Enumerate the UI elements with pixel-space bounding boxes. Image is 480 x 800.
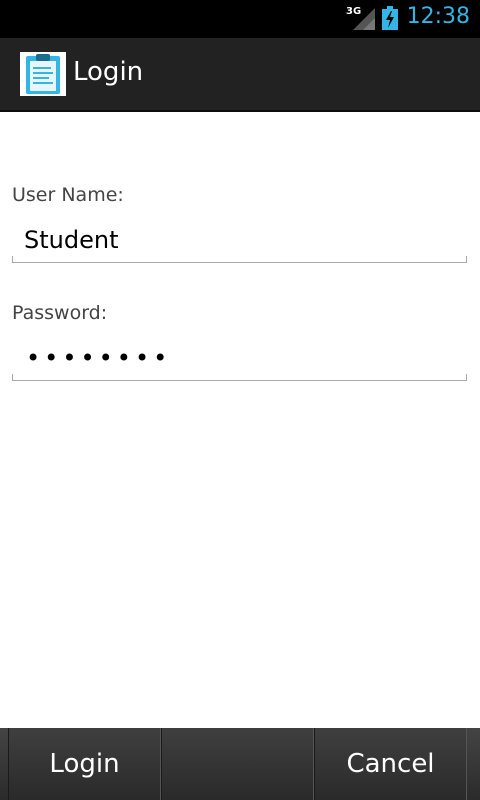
username-label: User Name: [12, 184, 124, 206]
button-spacer [161, 728, 314, 800]
status-bar: 3G 12:38 [0, 0, 480, 38]
page-title: Login [73, 57, 144, 87]
button-bar: Login Cancel [0, 728, 480, 800]
password-label: Password: [12, 302, 108, 324]
login-button[interactable]: Login [8, 728, 161, 800]
action-bar: Login [0, 38, 480, 112]
battery-charging-icon [382, 6, 398, 30]
login-form: User Name: Password: •••••••• [0, 112, 480, 728]
signal-icon [353, 8, 375, 30]
clock: 12:38 [406, 4, 470, 29]
password-input[interactable]: •••••••• [26, 344, 171, 372]
username-field-container [12, 218, 467, 263]
username-input[interactable] [24, 218, 464, 262]
password-field-container: •••••••• [12, 336, 467, 381]
cancel-button[interactable]: Cancel [314, 728, 467, 800]
clipboard-icon [20, 52, 66, 96]
